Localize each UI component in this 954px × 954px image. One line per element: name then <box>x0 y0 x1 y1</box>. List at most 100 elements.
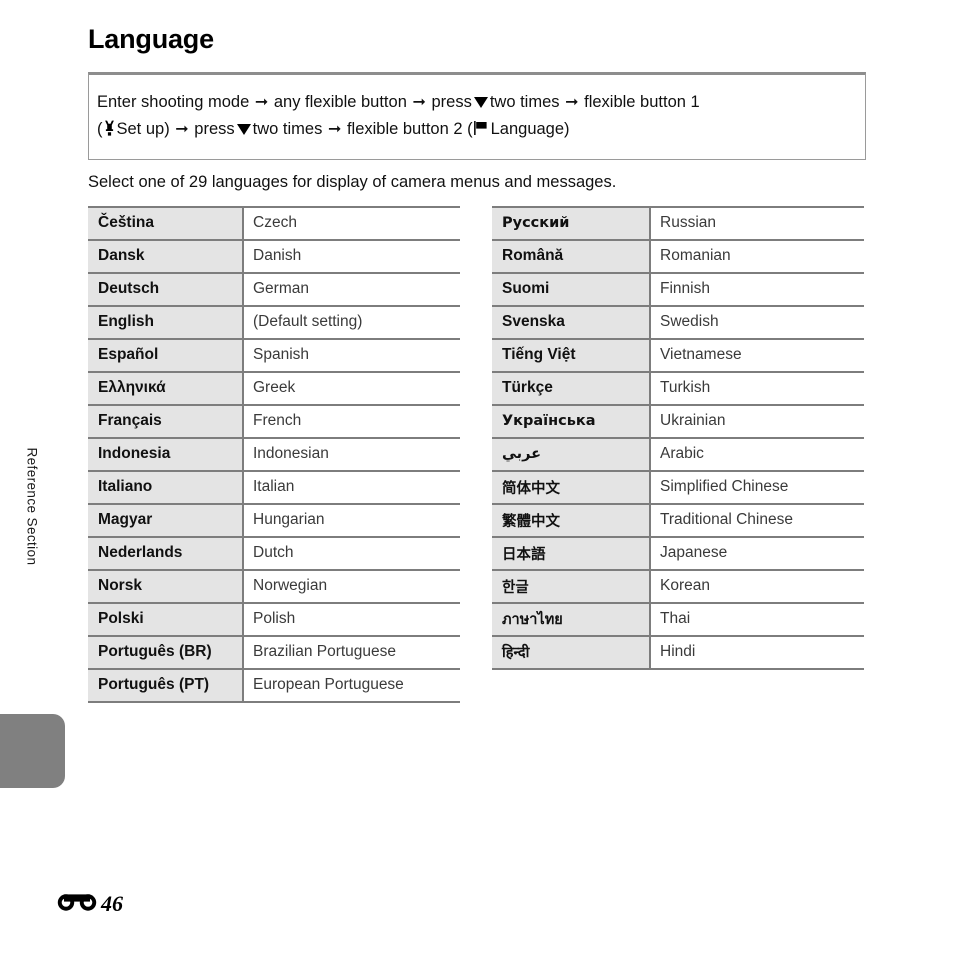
language-native-name: Svenska <box>492 304 650 339</box>
arrow-right-icon: ➞ <box>565 94 579 111</box>
table-row: English (Default setting) <box>88 304 460 339</box>
table-row: 日本語 Japanese <box>492 535 864 570</box>
table-row: عربي Arabic <box>492 436 864 471</box>
language-english-name: Danish <box>242 238 460 273</box>
language-native-name: Dansk <box>88 238 243 273</box>
language-native-name: Suomi <box>492 271 650 306</box>
language-native-name: Tiếng Việt <box>492 337 650 372</box>
instruction-text-two-times-2: two times <box>252 119 323 138</box>
instruction-text-set-up: Set up) <box>116 119 170 138</box>
language-native-name: 繁體中文 <box>492 502 650 537</box>
language-english-name: Japanese <box>649 535 864 570</box>
language-english-name: (Default setting) <box>242 304 460 339</box>
table-row: Svenska Swedish <box>492 304 864 339</box>
instruction-text-any-flexible-button: any flexible button <box>273 93 407 111</box>
table-row: Norsk Norwegian <box>88 568 460 603</box>
language-native-name: Norsk <box>88 568 243 603</box>
instruction-text-language: Language) <box>490 119 570 138</box>
language-native-name: Türkçe <box>492 370 650 405</box>
language-native-name: Italiano <box>88 469 243 504</box>
table-row: 简体中文 Simplified Chinese <box>492 469 864 504</box>
language-english-name: French <box>242 403 460 438</box>
table-row: Русский Russian <box>492 205 864 240</box>
running-head-reference-section: Reference Section <box>24 447 40 566</box>
table-row: Italiano Italian <box>88 469 460 504</box>
language-english-name: Indonesian <box>242 436 460 471</box>
table-row: Română Romanian <box>492 238 864 273</box>
language-native-name: English <box>88 304 243 339</box>
instruction-text-flexible-button-2: flexible button 2 ( <box>346 119 473 138</box>
language-english-name: Simplified Chinese <box>649 469 864 504</box>
table-row: Español Spanish <box>88 337 460 372</box>
language-native-name: Čeština <box>88 205 243 240</box>
arrow-right-icon: ➞ <box>327 120 342 138</box>
language-english-name: Korean <box>649 568 864 603</box>
folio-number: 46 <box>101 890 123 916</box>
binoculars-reference-icon <box>56 890 98 917</box>
language-native-name: Deutsch <box>88 271 243 306</box>
table-row: ภาษาไทย Thai <box>492 601 864 636</box>
table-row: Dansk Danish <box>88 238 460 273</box>
language-native-name: Українська <box>492 403 650 438</box>
language-english-name: European Portuguese <box>242 667 460 703</box>
table-row: Čeština Czech <box>88 205 460 240</box>
page-folio: 46 <box>56 890 123 917</box>
language-english-name: Traditional Chinese <box>649 502 864 537</box>
language-english-name: Hindi <box>649 634 864 670</box>
language-english-name: Thai <box>649 601 864 636</box>
table-row: 繁體中文 Traditional Chinese <box>492 502 864 537</box>
page-title: Language <box>88 24 214 54</box>
language-english-name: Hungarian <box>242 502 460 537</box>
language-native-name: عربي <box>492 436 650 471</box>
section-tab-marker <box>0 714 65 788</box>
language-english-name: Russian <box>649 205 864 240</box>
language-native-name: Ελληνικά <box>88 370 243 405</box>
language-native-name: Português (PT) <box>88 667 243 703</box>
table-row: हिन्दी Hindi <box>492 634 864 670</box>
language-english-name: German <box>242 271 460 306</box>
language-english-name: Italian <box>242 469 460 504</box>
wrench-icon <box>103 118 116 145</box>
instruction-line-1: Enter shooting mode ➞ any flexible butto… <box>97 89 855 116</box>
instruction-text-press: press <box>431 93 472 111</box>
language-english-name: Czech <box>242 205 460 240</box>
language-native-name: Русский <box>492 205 650 240</box>
language-table-left: Čeština Czech Dansk Danish Deutsch German Engl… <box>88 205 460 703</box>
language-english-name: Arabic <box>649 436 864 471</box>
table-row: Français French <box>88 403 460 438</box>
language-english-name: Finnish <box>649 271 864 306</box>
language-native-name: ภาษาไทย <box>492 601 650 636</box>
table-row: Magyar Hungarian <box>88 502 460 537</box>
language-native-name: Română <box>492 238 650 273</box>
triangle-down-icon <box>473 97 488 108</box>
language-native-name: 日本語 <box>492 535 650 570</box>
language-english-name: Turkish <box>649 370 864 405</box>
language-english-name: Dutch <box>242 535 460 570</box>
table-row: Tiếng Việt Vietnamese <box>492 337 864 372</box>
table-row: 한글 Korean <box>492 568 864 603</box>
language-native-name: Polski <box>88 601 243 636</box>
table-row: Português (BR) Brazilian Portuguese <box>88 634 460 669</box>
arrow-right-icon: ➞ <box>412 94 426 111</box>
language-native-name: 简体中文 <box>492 469 650 504</box>
language-native-name: Français <box>88 403 243 438</box>
language-native-name: Indonesia <box>88 436 243 471</box>
language-english-name: Vietnamese <box>649 337 864 372</box>
table-row: Ελληνικά Greek <box>88 370 460 405</box>
instruction-text-enter-shooting-mode: Enter shooting mode <box>97 93 250 111</box>
language-english-name: Polish <box>242 601 460 636</box>
language-table-right: Русский Russian Română Romanian Suomi Finnish… <box>492 205 864 670</box>
instruction-text-press-2: press <box>194 119 235 138</box>
arrow-right-icon: ➞ <box>175 120 189 138</box>
instruction-text-two-times: two times <box>489 93 560 111</box>
instruction-text-flexible-button-1: flexible button 1 <box>584 93 700 111</box>
arrow-right-icon: ➞ <box>254 94 269 111</box>
instruction-line-2: (Set up) ➞ press two times ➞ flexible but… <box>97 116 855 145</box>
triangle-down-icon <box>236 123 251 135</box>
language-native-name: Español <box>88 337 243 372</box>
table-row: Polski Polish <box>88 601 460 636</box>
flag-icon <box>473 118 489 145</box>
table-row: Türkçe Turkish <box>492 370 864 405</box>
language-english-name: Swedish <box>649 304 864 339</box>
language-native-name: Magyar <box>88 502 243 537</box>
